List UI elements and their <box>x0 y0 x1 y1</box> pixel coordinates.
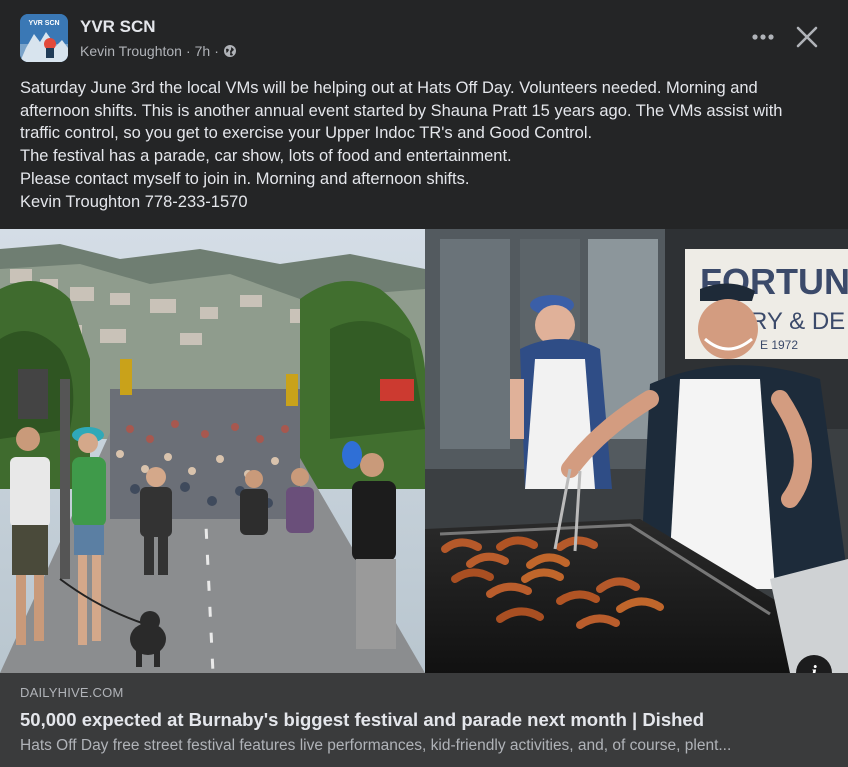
post-line: Saturday June 3rd the local VMs will be … <box>20 79 758 97</box>
globe-icon[interactable] <box>223 44 237 58</box>
post-time[interactable]: 7h <box>195 43 211 59</box>
more-options-icon <box>752 34 774 40</box>
link-description: Hats Off Day free street festival featur… <box>20 737 732 754</box>
meta-separator-2: · <box>214 43 219 59</box>
shop-sign-text: E 1972 <box>760 338 798 352</box>
link-title[interactable]: 50,000 expected at Burnaby's biggest fes… <box>20 709 704 731</box>
avatar-text: YVR SCN <box>28 20 59 27</box>
post-line: Please contact myself to join in. Mornin… <box>20 169 470 188</box>
grill-vendor-photo: FORTUN RY & DE E 1972 <box>425 229 848 673</box>
close-icon <box>796 26 818 48</box>
post-meta: Kevin Troughton · 7h · <box>80 43 237 59</box>
link-preview-image[interactable]: FORTUN RY & DE E 1972 <box>0 229 848 673</box>
post-line: The festival has a parade, car show, lot… <box>20 147 512 166</box>
post-line: traffic control, so you get to exercise … <box>20 124 593 143</box>
group-avatar[interactable]: YVR SCN <box>20 14 68 62</box>
group-name[interactable]: YVR SCN <box>80 17 156 37</box>
link-preview-card[interactable]: DAILYHIVE.COM 50,000 expected at Burnaby… <box>0 673 848 767</box>
street-festival-photo <box>0 229 425 673</box>
author-name[interactable]: Kevin Troughton <box>80 43 182 59</box>
meta-separator: · <box>185 43 191 59</box>
link-domain: DAILYHIVE.COM <box>20 685 124 700</box>
post-line: Kevin Troughton 778-233-1570 <box>20 192 248 211</box>
post-body: Saturday June 3rd the local VMs will be … <box>20 77 835 213</box>
shop-sign-text: RY & DE <box>750 308 845 335</box>
post-header: YVR SCN YVR SCN Kevin Troughton · 7h · <box>0 0 848 72</box>
more-options-button[interactable] <box>746 22 780 52</box>
close-button[interactable] <box>790 20 824 54</box>
post-line: afternoon shifts. This is another annual… <box>20 101 783 120</box>
